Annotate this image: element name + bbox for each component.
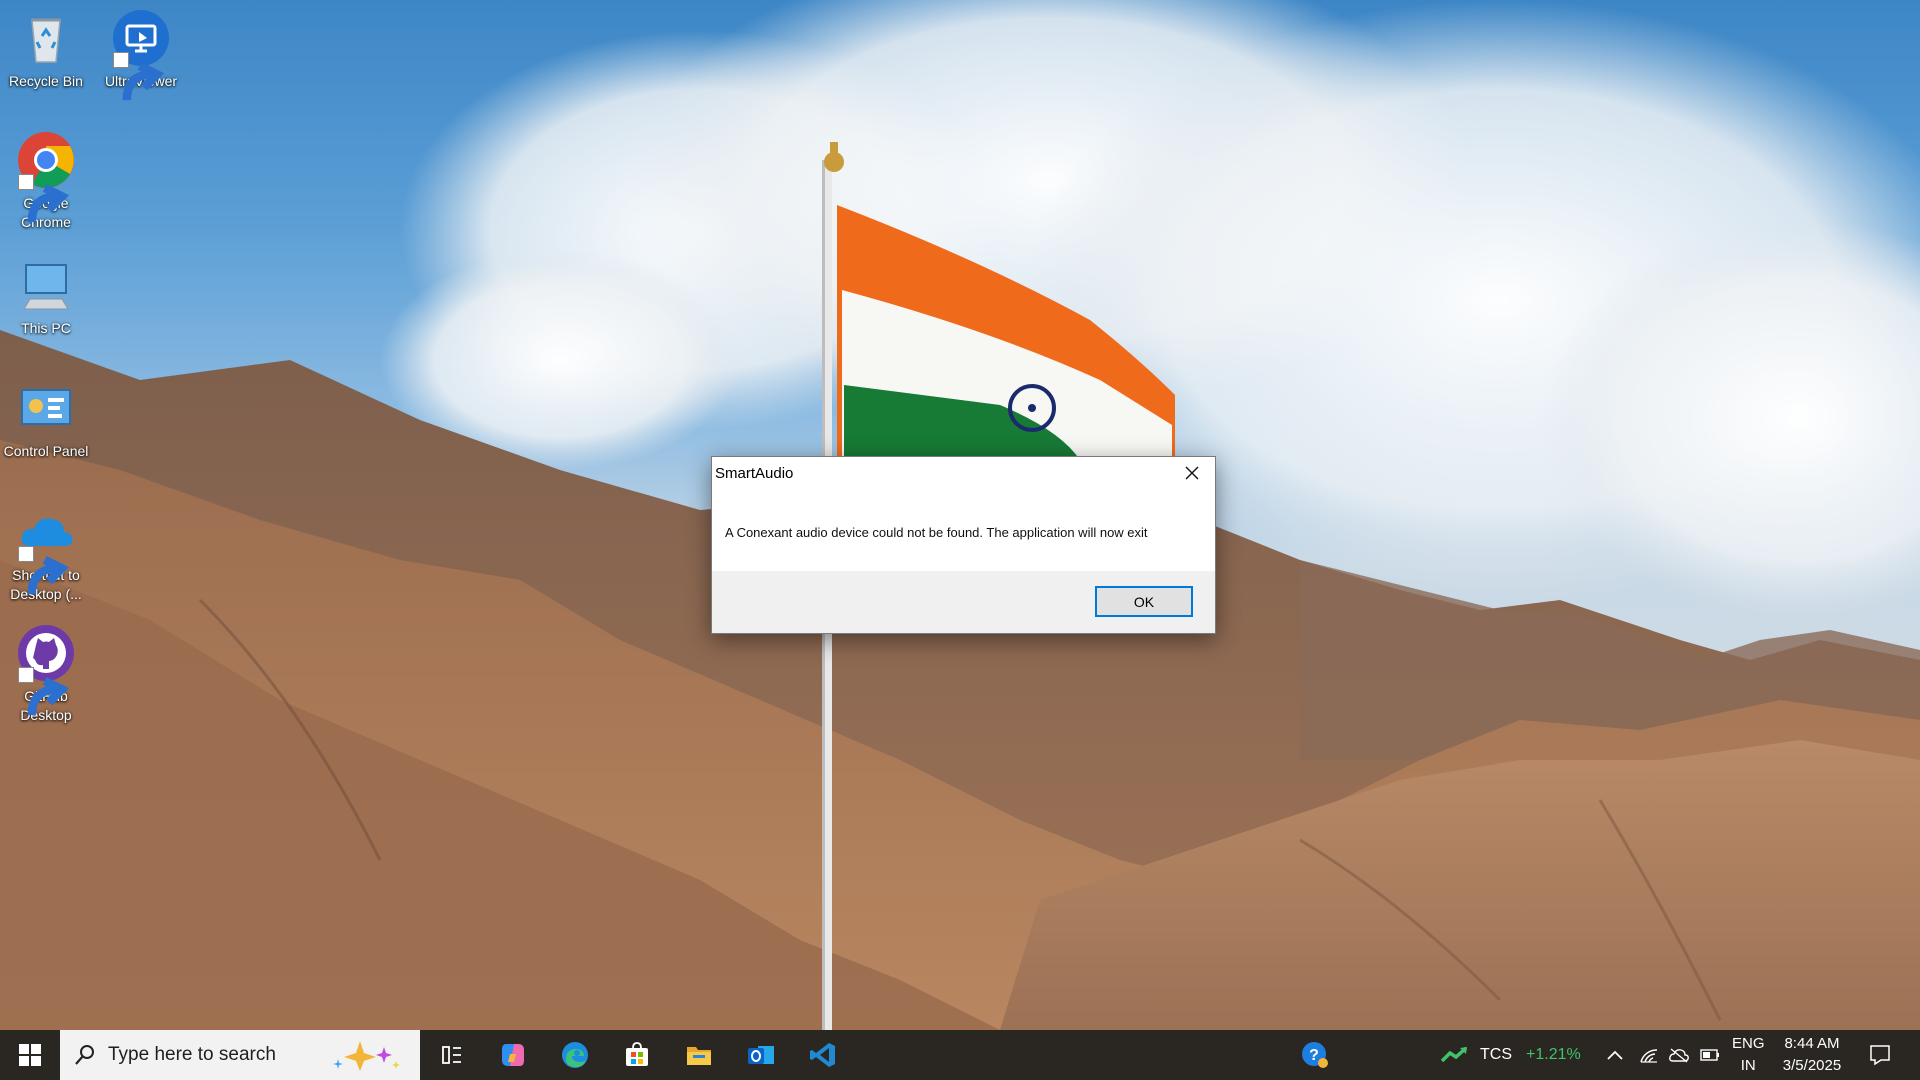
clock-time: 8:44 AM	[1784, 1035, 1840, 1052]
chrome-icon	[16, 130, 76, 223]
clock-date: 3/5/2025	[1782, 1057, 1842, 1074]
this-pc-icon	[16, 255, 76, 315]
desktop-icon-this-pc[interactable]: This PC	[0, 255, 92, 338]
file-explorer-icon	[687, 1047, 711, 1065]
show-hidden-icons-button[interactable]	[1606, 1030, 1624, 1080]
start-button[interactable]	[0, 1030, 60, 1080]
shortcut-arrow-icon	[18, 174, 70, 223]
notification-icon	[1870, 1045, 1890, 1066]
store-icon	[626, 1042, 648, 1066]
dialog-titlebar[interactable]: SmartAudio	[712, 457, 1215, 489]
ok-button[interactable]: OK	[1095, 586, 1193, 617]
svg-text:?: ?	[1309, 1047, 1319, 1064]
language-code: ENG	[1732, 1035, 1765, 1052]
stock-ticker: TCS	[1480, 1046, 1512, 1063]
vscode-icon	[810, 1043, 835, 1067]
recycle-bin-icon	[16, 8, 76, 68]
desktop-icon-label: This PC	[21, 320, 71, 336]
taskbar: Type here to search ? TCS +1.21% ENG IN …	[0, 1030, 1920, 1080]
control-panel-icon	[16, 378, 76, 438]
edge-button[interactable]	[544, 1030, 606, 1080]
shortcut-arrow-icon	[18, 667, 70, 716]
desktop-icon-ultraviewer[interactable]: UltraViewer	[95, 8, 187, 101]
desktop-icon-onedrive-shortcut[interactable]: Shortcut to Desktop (...	[0, 502, 92, 604]
copilot-button[interactable]	[482, 1030, 544, 1080]
stock-change: +1.21%	[1526, 1046, 1581, 1063]
stock-up-icon	[1440, 1046, 1468, 1063]
copilot-icon	[502, 1044, 524, 1066]
dialog-message: A Conexant audio device could not be fou…	[725, 525, 1148, 540]
search-placeholder: Type here to search	[108, 1044, 276, 1065]
desktop-icon-github-desktop[interactable]: GitHub Desktop	[0, 623, 92, 725]
help-tray[interactable]: ?	[1300, 1030, 1330, 1080]
search-icon	[75, 1045, 94, 1065]
close-icon	[1185, 466, 1199, 480]
taskbar-search-box[interactable]: Type here to search	[60, 1030, 420, 1080]
desktop-icon-recycle-bin[interactable]: Recycle Bin	[0, 8, 92, 91]
desktop-icon-google-chrome[interactable]: Google Chrome	[0, 130, 92, 232]
shortcut-arrow-icon	[113, 52, 165, 101]
taskbar-clock[interactable]: 8:44 AM 3/5/2025	[1778, 1030, 1846, 1080]
outlook-icon	[748, 1046, 774, 1064]
desktop-icon-label: Recycle Bin	[9, 73, 83, 89]
desktop-icon-label: Control Panel	[3, 443, 89, 459]
task-view-icon	[442, 1046, 461, 1064]
help-icon: ?	[1302, 1042, 1328, 1068]
dialog-footer: OK	[712, 571, 1215, 633]
onedrive-icon	[16, 502, 76, 595]
file-explorer-button[interactable]	[668, 1030, 730, 1080]
task-view-button[interactable]	[420, 1030, 482, 1080]
network-status[interactable]	[1639, 1030, 1659, 1080]
vscode-button[interactable]	[792, 1030, 854, 1080]
dialog-close-button[interactable]	[1169, 457, 1215, 489]
ultraviewer-icon	[111, 8, 171, 101]
battery-status[interactable]	[1700, 1030, 1720, 1080]
onedrive-status[interactable]	[1668, 1030, 1690, 1080]
notification-center-button[interactable]	[1866, 1030, 1894, 1080]
edge-icon	[562, 1042, 588, 1068]
github-icon	[16, 623, 76, 716]
desktop-icon-control-panel[interactable]: Control Panel	[0, 378, 92, 461]
language-indicator[interactable]: ENG IN	[1732, 1030, 1765, 1080]
dialog-title: SmartAudio	[715, 465, 794, 482]
chevron-up-icon	[1607, 1050, 1623, 1060]
windows-logo-icon	[19, 1044, 41, 1066]
stock-widget[interactable]: TCS +1.21%	[1440, 1030, 1581, 1080]
store-button[interactable]	[606, 1030, 668, 1080]
onedrive-cloud-icon	[1669, 1048, 1689, 1063]
wifi-icon	[1640, 1049, 1658, 1063]
battery-icon	[1700, 1049, 1719, 1061]
language-region: IN	[1740, 1057, 1756, 1074]
shortcut-arrow-icon	[18, 546, 70, 595]
sparkle-icon	[333, 1041, 400, 1071]
outlook-button[interactable]	[730, 1030, 792, 1080]
smartaudio-dialog: SmartAudio A Conexant audio device could…	[711, 456, 1216, 634]
